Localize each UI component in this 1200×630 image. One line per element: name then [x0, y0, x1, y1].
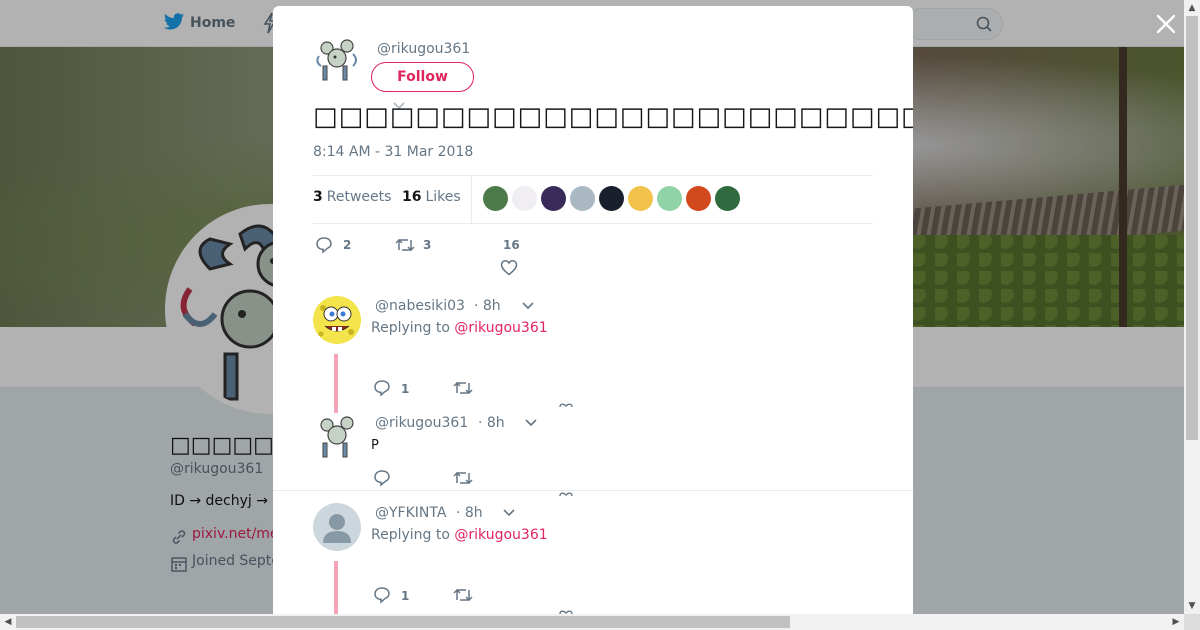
chevron-down-icon[interactable]: [525, 419, 537, 427]
author-handle[interactable]: @rikugou361: [377, 41, 470, 57]
liker-avatar[interactable]: [570, 186, 595, 211]
liker-avatar[interactable]: [686, 186, 711, 211]
chevron-down-icon[interactable]: [503, 509, 515, 517]
reply-avatar[interactable]: [313, 413, 361, 461]
reply-icon[interactable]: [315, 236, 333, 254]
scroll-down-arrow-icon[interactable]: ▼: [1184, 598, 1200, 614]
tweet-text: □□□□□□□□□□□□□□□□□□□□□□□□□□□□□□□□□□□□□□□□…: [313, 102, 913, 132]
reply-text: P: [371, 438, 379, 453]
liker-avatar[interactable]: [512, 186, 537, 211]
heart-icon[interactable]: [559, 491, 573, 497]
reply-count: 1: [401, 589, 410, 603]
reply-time[interactable]: · 8h: [474, 298, 501, 314]
retweet-count: 3: [423, 238, 432, 252]
liker-avatar[interactable]: [541, 186, 566, 211]
reply-icon[interactable]: [373, 586, 391, 604]
tweet-timestamp[interactable]: 8:14 AM - 31 Mar 2018: [313, 144, 473, 160]
heart-icon[interactable]: [500, 259, 518, 276]
retweets-label: Retweets: [326, 189, 392, 205]
reply-time[interactable]: · 8h: [456, 505, 483, 521]
scroll-left-arrow-icon[interactable]: ◀: [0, 614, 16, 630]
reply-count: 2: [343, 238, 352, 252]
heart-icon[interactable]: [559, 402, 573, 408]
replying-prefix: Replying to: [371, 320, 450, 336]
like-count: 16: [503, 238, 520, 252]
tweet-actions: 2 3 16: [313, 234, 873, 284]
thread-line: [334, 561, 338, 614]
tweet-modal: @rikugou361 Follow □□□□□□□□□□□□□□□□□□□□□…: [273, 6, 913, 614]
vertical-scrollbar[interactable]: ▲ ▼: [1184, 0, 1200, 614]
reply-avatar[interactable]: [313, 296, 361, 344]
follow-button[interactable]: Follow: [371, 62, 474, 92]
default-avatar-icon[interactable]: [313, 503, 361, 551]
retweet-icon[interactable]: [453, 469, 473, 487]
liker-avatar[interactable]: [628, 186, 653, 211]
retweet-icon[interactable]: [453, 379, 473, 397]
reply-handle[interactable]: @nabesiki03: [375, 298, 465, 314]
replying-to-link[interactable]: @rikugou361: [454, 527, 547, 543]
retweet-icon[interactable]: [395, 236, 415, 254]
retweets-stat[interactable]: 3 Retweets: [313, 189, 391, 205]
scroll-right-arrow-icon[interactable]: ▶: [1168, 614, 1184, 630]
reply-handle[interactable]: @YFKINTA: [375, 505, 446, 521]
likes-stat[interactable]: 16 Likes: [402, 189, 461, 205]
scrollbar-corner: [1184, 614, 1200, 630]
replying-prefix: Replying to: [371, 527, 450, 543]
vertical-scroll-thumb[interactable]: [1186, 16, 1198, 440]
reply-time[interactable]: · 8h: [478, 415, 505, 431]
liker-avatar[interactable]: [715, 186, 740, 211]
horizontal-scrollbar[interactable]: ◀ ▶: [0, 614, 1184, 630]
horizontal-scroll-thumb[interactable]: [16, 616, 790, 628]
close-icon[interactable]: [1154, 12, 1178, 36]
scroll-up-arrow-icon[interactable]: ▲: [1184, 0, 1200, 16]
retweets-count: 3: [313, 189, 323, 205]
liker-avatar[interactable]: [657, 186, 682, 211]
reply-icon[interactable]: [373, 469, 391, 487]
reply-count: 1: [401, 382, 410, 396]
likes-label: Likes: [425, 189, 461, 205]
reply-icon[interactable]: [373, 379, 391, 397]
liker-avatar[interactable]: [483, 186, 508, 211]
reply-separator: [273, 490, 913, 491]
stats-divider: [471, 176, 472, 223]
author-avatar[interactable]: [313, 36, 361, 84]
tweet-stats: 3 Retweets 16 Likes: [313, 175, 873, 224]
likes-count: 16: [402, 189, 422, 205]
chevron-down-icon[interactable]: [522, 302, 534, 310]
liker-avatar[interactable]: [599, 186, 624, 211]
thread-line: [334, 354, 338, 414]
retweet-icon[interactable]: [453, 586, 473, 604]
replying-to: Replying to @rikugou361: [371, 527, 548, 543]
replying-to-link[interactable]: @rikugou361: [454, 320, 547, 336]
reply-handle[interactable]: @rikugou361: [375, 415, 468, 431]
replying-to: Replying to @rikugou361: [371, 320, 548, 336]
